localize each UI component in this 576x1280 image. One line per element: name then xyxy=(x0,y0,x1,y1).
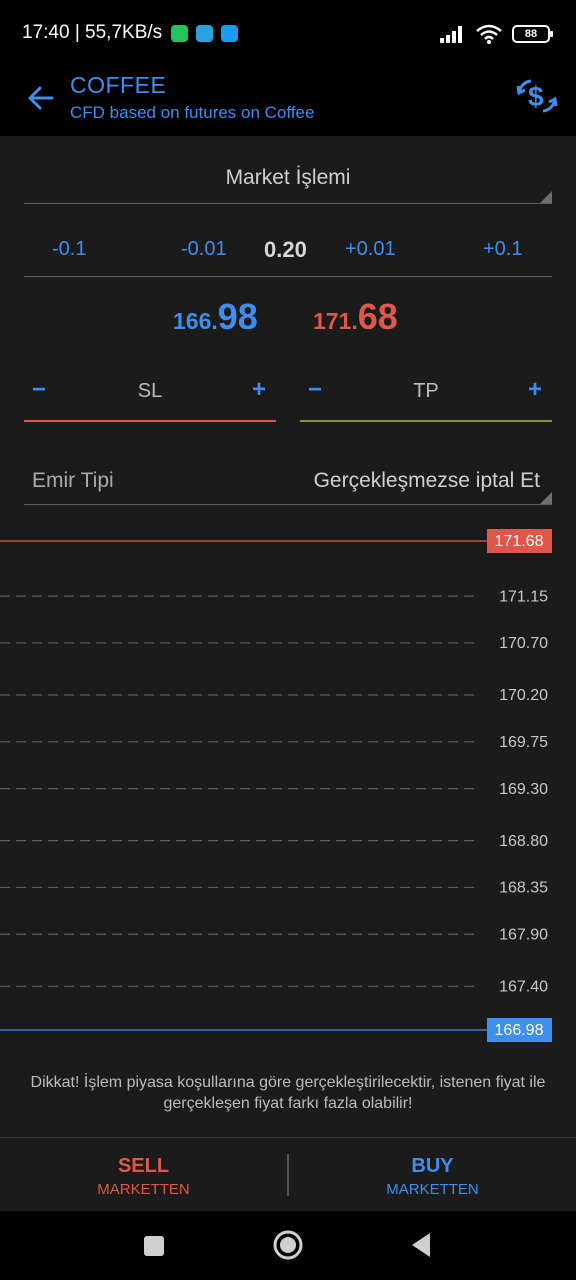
order-type-select[interactable]: Market İşlemi xyxy=(24,152,552,204)
app-header: COFFEE CFD based on futures on Coffee $ xyxy=(0,66,576,136)
disclaimer-text: Dikkat! İşlem piyasa koşullarına göre ge… xyxy=(30,1074,546,1112)
ask-price: 171.68 xyxy=(313,296,398,338)
back-icon[interactable] xyxy=(408,1228,434,1262)
status-bar: 17:40 | 55,7KB/s 88 xyxy=(0,0,576,66)
qty-minus-small-button[interactable]: -0.01 xyxy=(181,238,227,261)
price-level-label: 168.35 xyxy=(499,880,548,897)
price-level-label: 169.75 xyxy=(499,734,548,751)
order-execution-label: Emir Tipi xyxy=(32,469,114,492)
sl-label: SL xyxy=(137,380,163,402)
twitter-icon xyxy=(221,25,238,42)
status-time: 17:40 | 55,7KB/s xyxy=(22,22,163,43)
status-right: 88 xyxy=(440,24,553,44)
price-level-label: 167.90 xyxy=(499,926,548,943)
buy-sub-label: MARKETTEN xyxy=(386,1181,479,1198)
tp-label: TP xyxy=(413,380,439,402)
bid-price-suffix: 98 xyxy=(217,296,258,337)
price-levels-chart: 171.15 170.70 170.20 169.75 169.30 168.80 168.… xyxy=(0,529,552,1042)
page-subtitle: CFD based on futures on Coffee xyxy=(70,103,315,122)
sell-button[interactable]: SELL MARKETTEN xyxy=(0,1138,287,1212)
system-nav-bar xyxy=(0,1211,576,1280)
quantity-stepper: -0.1 -0.01 0.20 +0.01 +0.1 xyxy=(24,222,552,277)
back-arrow-icon[interactable] xyxy=(26,83,56,113)
order-execution-value: Gerçekleşmezse iptal Et xyxy=(313,469,540,492)
telegram-icon xyxy=(196,25,213,42)
signal-icon xyxy=(440,26,462,43)
bid-price-prefix: 166. xyxy=(173,308,218,334)
dropdown-triangle-icon xyxy=(540,191,552,203)
home-icon[interactable] xyxy=(271,1228,305,1262)
tp-plus-button[interactable]: + xyxy=(528,376,542,404)
recent-apps-icon[interactable] xyxy=(141,1228,167,1262)
bid-price-level-label: 166.98 xyxy=(495,1022,544,1039)
order-execution-select[interactable]: Emir Tipi Gerçekleşmezse iptal Et xyxy=(24,455,552,505)
sl-plus-button[interactable]: + xyxy=(252,376,266,404)
bid-price: 166.98 xyxy=(173,296,258,338)
notification-icons xyxy=(171,25,238,42)
buy-button[interactable]: BUY MARKETTEN xyxy=(289,1138,576,1212)
trade-action-bar: SELL MARKETTEN BUY MARKETTEN xyxy=(0,1137,576,1211)
price-level-label: 171.15 xyxy=(499,588,548,605)
ask-price-level-label: 171.68 xyxy=(495,533,544,550)
qty-plus-small-button[interactable]: +0.01 xyxy=(345,238,396,261)
page-title: COFFEE xyxy=(70,72,167,98)
sell-label: SELL xyxy=(117,1155,170,1177)
price-level-label: 170.20 xyxy=(499,687,548,704)
qty-minus-large-button[interactable]: -0.1 xyxy=(52,238,86,261)
price-level-label: 167.40 xyxy=(499,979,548,996)
qty-plus-large-button[interactable]: +0.1 xyxy=(483,238,522,261)
buy-label: BUY xyxy=(411,1155,454,1177)
dropdown-triangle-icon xyxy=(540,492,552,504)
price-level-label: 169.30 xyxy=(499,781,548,798)
battery-icon: 88 xyxy=(512,25,553,43)
svg-text:$: $ xyxy=(528,81,544,112)
take-profit-field[interactable]: − TP + xyxy=(300,372,552,422)
ask-price-suffix: 68 xyxy=(357,296,398,337)
currency-exchange-icon[interactable]: $ xyxy=(516,78,558,114)
price-level-label: 170.70 xyxy=(499,635,548,652)
qty-value[interactable]: 0.20 xyxy=(264,237,307,263)
wifi-icon xyxy=(476,24,502,44)
whatsapp-icon xyxy=(171,25,188,42)
stop-loss-field[interactable]: − SL + xyxy=(24,372,276,422)
price-level-label: 168.80 xyxy=(499,833,548,850)
ask-price-prefix: 171. xyxy=(313,308,358,334)
sell-sub-label: MARKETTEN xyxy=(97,1181,190,1198)
order-type-value: Market İşlemi xyxy=(225,166,351,189)
